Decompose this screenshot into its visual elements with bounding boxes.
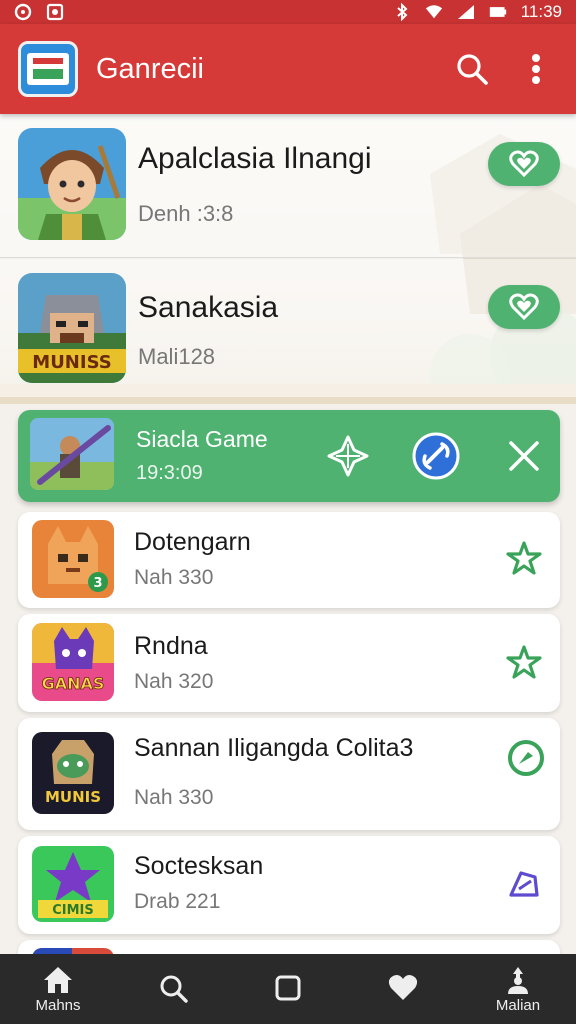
game-thumbnail bbox=[30, 418, 114, 490]
heart-icon bbox=[509, 150, 539, 178]
star-button[interactable] bbox=[504, 642, 544, 682]
game-subtitle: Drab 221 bbox=[134, 890, 221, 913]
search-button[interactable] bbox=[450, 47, 494, 91]
edit-icon bbox=[509, 871, 539, 897]
game-title: Sanakasia bbox=[138, 291, 279, 324]
nav-recent[interactable] bbox=[240, 954, 336, 1024]
more-options-button[interactable] bbox=[514, 47, 558, 91]
game-title: Siacla Game bbox=[136, 426, 268, 452]
bottom-navigation: Mahns Malian bbox=[0, 954, 576, 1024]
game-subtitle: Denh :3:8 bbox=[138, 201, 234, 226]
favorite-button[interactable] bbox=[488, 142, 560, 186]
move-icon bbox=[327, 435, 369, 477]
home-icon bbox=[44, 966, 72, 993]
square-icon bbox=[275, 975, 301, 1001]
battery-icon bbox=[489, 4, 507, 20]
close-icon bbox=[509, 441, 539, 471]
thumbnail-label: MUNIS bbox=[45, 788, 101, 806]
featured-item[interactable]: Apalclasia Ilnangi Denh :3:8 bbox=[0, 114, 576, 258]
nav-label: Mahns bbox=[35, 996, 81, 1014]
game-subtitle: Mali128 bbox=[138, 344, 216, 369]
circle-icon bbox=[508, 740, 544, 776]
app-bar: Ganrecii bbox=[0, 24, 576, 114]
edit-button[interactable] bbox=[504, 864, 544, 904]
game-title: Soctesksan bbox=[134, 852, 264, 880]
game-title: Dotengarn bbox=[134, 528, 251, 556]
list-item[interactable]: CIMIS Soctesksan Drab 221 bbox=[18, 836, 560, 934]
star-icon bbox=[506, 645, 542, 679]
star-button[interactable] bbox=[504, 538, 544, 578]
image-icon bbox=[46, 3, 64, 21]
move-button[interactable] bbox=[324, 432, 372, 480]
thumbnail-label: CIMIS bbox=[52, 903, 94, 918]
game-thumbnail: MUNISS bbox=[18, 273, 126, 383]
heart-icon bbox=[388, 975, 418, 1000]
nav-search[interactable] bbox=[125, 954, 221, 1024]
game-title: Rndna bbox=[134, 632, 208, 660]
heart-icon bbox=[509, 293, 539, 321]
app-title: Ganrecii bbox=[96, 52, 204, 85]
list-item[interactable]: 3 Dotengarn Nah 330 bbox=[18, 512, 560, 608]
app-logo bbox=[18, 41, 78, 97]
star-icon bbox=[506, 541, 542, 575]
nav-profile[interactable]: Malian bbox=[470, 954, 566, 1024]
person-icon bbox=[508, 966, 528, 994]
game-thumbnail bbox=[18, 128, 126, 240]
game-subtitle: Nah 330 bbox=[134, 566, 214, 589]
status-bar: 11:39 bbox=[0, 0, 576, 24]
game-thumbnail: MUNIS bbox=[32, 732, 114, 814]
game-title: Sannan Iligangda Colita3 bbox=[134, 734, 414, 762]
status-time: 11:39 bbox=[520, 2, 562, 21]
featured-item[interactable]: MUNISS Sanakasia Mali128 bbox=[0, 259, 576, 397]
thumbnail-label: MUNISS bbox=[32, 352, 111, 373]
list-item[interactable]: GANAS Rndna Nah 320 bbox=[18, 614, 560, 712]
bluetooth-icon bbox=[393, 3, 411, 21]
thumbnail-label: GANAS bbox=[42, 674, 105, 693]
close-button[interactable] bbox=[500, 432, 548, 480]
signal-icon bbox=[457, 4, 475, 20]
game-thumbnail: GANAS bbox=[32, 623, 114, 701]
nav-favorites[interactable] bbox=[355, 954, 451, 1024]
link-icon bbox=[412, 432, 460, 480]
nav-label: Malian bbox=[495, 996, 541, 1014]
game-subtitle: Nah 330 bbox=[134, 786, 214, 809]
nav-home[interactable]: Mahns bbox=[10, 954, 106, 1024]
favorite-button[interactable] bbox=[488, 285, 560, 329]
game-subtitle: Nah 320 bbox=[134, 670, 214, 693]
game-thumbnail: CIMIS bbox=[32, 846, 114, 922]
selected-game-card[interactable]: Siacla Game 19:3:09 bbox=[18, 410, 560, 502]
list-item[interactable]: MUNIS Sannan Iligangda Colita3 Nah 330 bbox=[18, 718, 560, 830]
search-icon bbox=[457, 54, 488, 85]
game-thumbnail: 3 bbox=[32, 520, 114, 598]
game-title: Apalclasia Ilnangi bbox=[138, 142, 372, 175]
wifi-icon bbox=[425, 4, 443, 20]
sync-icon bbox=[14, 3, 32, 21]
game-subtitle: 19:3:09 bbox=[136, 462, 203, 484]
status-button[interactable] bbox=[506, 738, 546, 778]
link-button[interactable] bbox=[412, 432, 460, 480]
thumbnail-badge: 3 bbox=[93, 576, 102, 591]
more-vert-icon bbox=[532, 54, 540, 84]
search-icon bbox=[160, 975, 188, 1003]
